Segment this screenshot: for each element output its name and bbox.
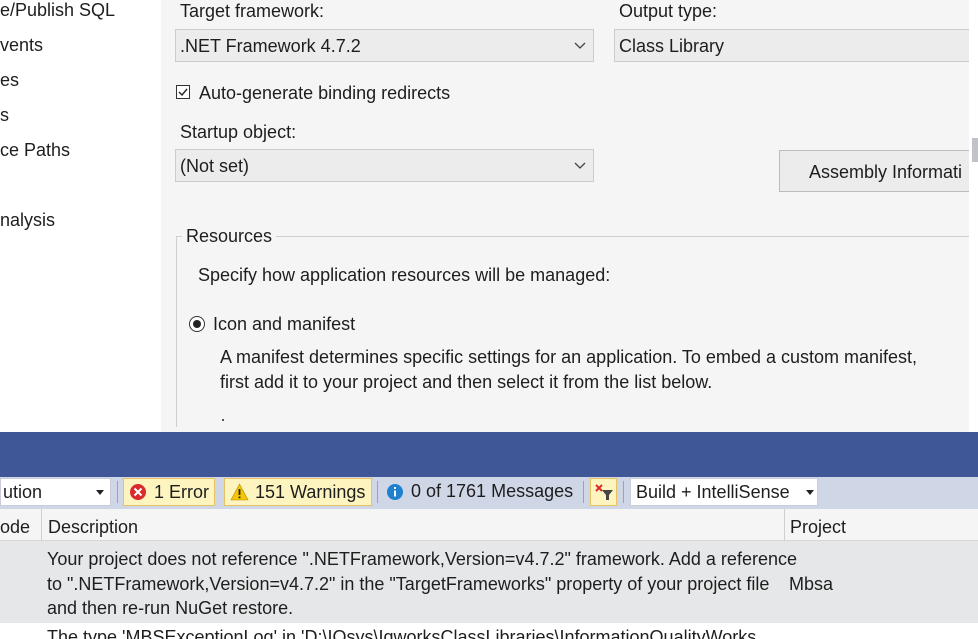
- warning-icon: [230, 483, 249, 501]
- target-framework-dropdown[interactable]: .NET Framework 4.7.2: [175, 29, 594, 62]
- info-icon: [387, 484, 403, 500]
- clear-filter-button[interactable]: [590, 478, 617, 506]
- toolbar-separator: [583, 481, 584, 503]
- dropdown-arrow-icon: [806, 490, 814, 495]
- chevron-down-icon: [574, 162, 586, 169]
- target-framework-value: .NET Framework 4.7.2: [180, 36, 361, 56]
- clear-filter-icon: [595, 484, 613, 500]
- icon-manifest-label[interactable]: Icon and manifest: [213, 313, 355, 335]
- column-divider[interactable]: [41, 509, 42, 541]
- nav-item-package-publish-sql[interactable]: e/Publish SQL: [0, 0, 115, 21]
- startup-object-label: Startup object:: [180, 122, 297, 142]
- startup-object-value: (Not set): [180, 156, 250, 176]
- startup-object-dropdown[interactable]: (Not set): [175, 149, 594, 182]
- messages-filter-button[interactable]: 0 of 1761 Messages: [382, 478, 578, 506]
- column-header-project[interactable]: Project: [790, 516, 846, 538]
- build-filter-value: Build + IntelliSense: [636, 482, 790, 502]
- application-properties-pane: Target framework: .NET Framework 4.7.2 O…: [161, 0, 969, 432]
- scrollbar-thumb[interactable]: [972, 138, 978, 162]
- scope-value: ution: [3, 482, 43, 502]
- nav-item-settings[interactable]: s: [0, 104, 9, 126]
- row-description-line1: Your project does not reference ".NETFra…: [47, 549, 797, 569]
- column-divider[interactable]: [784, 509, 785, 541]
- scope-dropdown[interactable]: ution: [0, 478, 111, 506]
- output-type-value: Class Library: [619, 36, 725, 56]
- nav-item-reference-paths[interactable]: ce Paths: [0, 139, 70, 161]
- vertical-scrollbar[interactable]: [969, 0, 978, 432]
- error-list-title-bar: [0, 432, 978, 477]
- chevron-down-icon: [574, 42, 586, 49]
- error-icon: [130, 484, 146, 500]
- errors-count-label: 1 Error: [154, 482, 210, 502]
- row-description-line1: The type 'MBSExceptionLog' in 'D:\IQsys\…: [47, 627, 757, 639]
- output-type-dropdown[interactable]: Class Library: [614, 29, 969, 62]
- resources-description: Specify how application resources will b…: [198, 265, 611, 285]
- row-project: Mbsa: [789, 574, 834, 594]
- resources-group-label: Resources: [182, 225, 277, 247]
- dropdown-arrow-icon: [96, 490, 104, 495]
- table-row[interactable]: The type 'MBSExceptionLog' in 'D:\IQsys\…: [0, 623, 978, 639]
- truncated-text-fragment: [222, 419, 224, 421]
- checkmark-icon: [178, 88, 188, 97]
- manifest-description-line2: first add it to your project and then se…: [220, 372, 713, 392]
- nav-item-resources[interactable]: es: [0, 69, 19, 91]
- table-row[interactable]: Your project does not reference ".NETFra…: [0, 541, 978, 623]
- row-description-line2: to ".NETFramework,Version=v4.7.2" in the…: [47, 574, 770, 594]
- icon-manifest-radio[interactable]: [189, 316, 205, 332]
- errors-filter-button[interactable]: 1 Error: [123, 478, 215, 506]
- build-intellisense-dropdown[interactable]: Build + IntelliSense: [630, 478, 818, 506]
- output-type-label: Output type:: [619, 1, 718, 21]
- manifest-description-line1: A manifest determines specific settings …: [220, 347, 918, 367]
- column-header-description[interactable]: Description: [48, 516, 138, 538]
- messages-count-label: 0 of 1761 Messages: [411, 481, 574, 501]
- toolbar-separator: [377, 481, 378, 503]
- toolbar-separator: [623, 481, 624, 503]
- toolbar-separator: [117, 481, 118, 503]
- row-description-line3: and then re-run NuGet restore.: [47, 598, 294, 618]
- target-framework-label: Target framework:: [180, 1, 325, 21]
- warnings-filter-button[interactable]: 151 Warnings: [224, 478, 372, 506]
- auto-binding-checkbox[interactable]: [176, 85, 190, 99]
- radio-selected-dot: [193, 320, 201, 328]
- assembly-information-button[interactable]: Assembly Informati: [779, 150, 969, 192]
- nav-item-code-analysis[interactable]: nalysis: [0, 209, 55, 231]
- nav-item-build-events[interactable]: vents: [0, 34, 43, 56]
- project-properties-nav: e/Publish SQL vents es s ce Paths nalysi…: [0, 0, 161, 432]
- auto-binding-label[interactable]: Auto-generate binding redirects: [199, 82, 450, 104]
- warnings-count-label: 151 Warnings: [255, 482, 366, 502]
- column-header-code[interactable]: ode: [0, 516, 30, 538]
- assembly-information-label: Assembly Informati: [809, 162, 963, 182]
